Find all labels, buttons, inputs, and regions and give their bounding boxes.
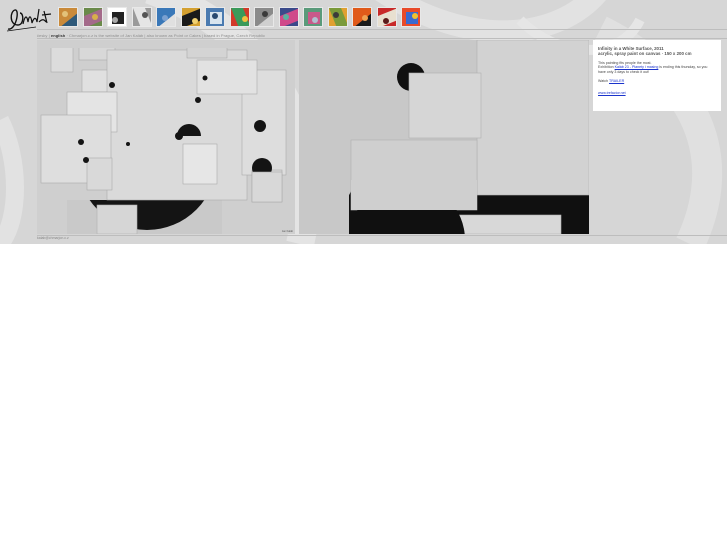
thumb-11[interactable] [303, 7, 323, 27]
thumb-2[interactable] [82, 7, 103, 27]
thumb-14[interactable] [376, 7, 397, 27]
header-area: česky | english · Chmarjon.c.z is the we… [0, 0, 727, 244]
thumb-8[interactable] [229, 7, 250, 27]
artwork-full-canvas [37, 40, 295, 234]
exhibition-link[interactable]: Kaláb 23 - Planety i masing [615, 65, 659, 69]
exhibition-prefix: Exhibition [598, 65, 614, 70]
footer-contact[interactable]: kalab@chmarjon.c.z [37, 236, 69, 240]
bottom-divider [37, 235, 727, 236]
thumb-13[interactable] [352, 7, 372, 27]
thumb-4[interactable] [131, 7, 152, 27]
thumb-7[interactable] [205, 7, 225, 27]
watch-label: Watch [598, 78, 609, 83]
nav-divider [37, 38, 727, 39]
thumb-1[interactable] [58, 7, 78, 27]
exhibition-line: Exhibition Kaláb 23 - Planety i masing i… [598, 65, 716, 74]
website-link[interactable]: www.trefactor.net [598, 91, 626, 95]
artwork-credit: Jan Kaláb [281, 230, 293, 233]
thumb-12[interactable] [327, 7, 348, 27]
thumb-3[interactable] [107, 7, 127, 27]
thumb-6[interactable] [180, 7, 201, 27]
trailer-link[interactable]: TRAILER [609, 79, 624, 83]
artwork-info-panel: Infinity in a White Surface, 2011 acryli… [593, 40, 721, 111]
artwork-detail-canvas [299, 40, 589, 234]
thumb-9[interactable] [254, 7, 274, 27]
artwork-image-detail[interactable] [299, 40, 589, 234]
thumb-5[interactable] [156, 7, 176, 27]
thumb-15[interactable] [401, 7, 421, 27]
thumb-10[interactable] [278, 7, 299, 27]
top-divider [37, 29, 727, 30]
artwork-image-full[interactable]: Jan Kaláb [37, 40, 295, 234]
